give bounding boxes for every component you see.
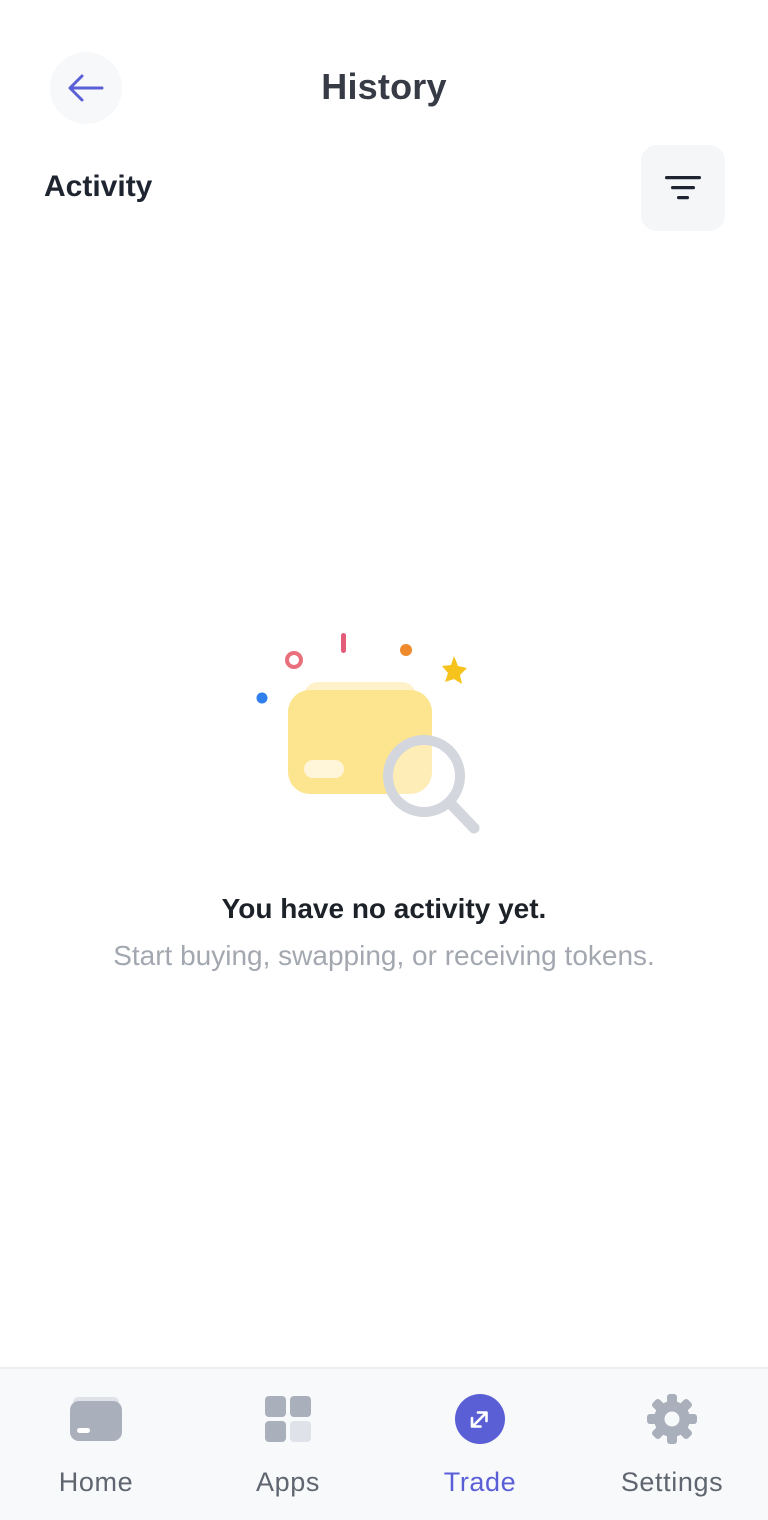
confetti-ring [285,651,303,669]
history-screen: History Activity You have no activity ye… [0,0,768,1520]
filter-button[interactable] [641,145,725,231]
confetti-dot-orange [400,644,412,656]
nav-label-settings: Settings [620,1467,724,1497]
wallet-icon [66,1391,126,1447]
nav-item-trade[interactable]: Trade [384,1369,576,1520]
nav-item-settings[interactable]: Settings [576,1369,768,1520]
nav-label-trade: Trade [443,1467,517,1497]
empty-state-subtitle: Start buying, swapping, or receiving tok… [113,940,655,971]
magnifier-handle [444,797,480,834]
bottom-navigation: Home Apps Trade Settings [0,1367,768,1520]
filter-icon [665,176,701,200]
nav-item-home[interactable]: Home [0,1369,192,1520]
confetti-star [442,656,467,684]
nav-label-apps: Apps [256,1467,320,1497]
apps-grid-icon [258,1391,318,1447]
wallet-search-illustration [256,633,480,834]
trade-arrows-icon [450,1391,510,1447]
page-title: History [321,66,447,107]
confetti-dot-blue [256,692,268,704]
wallet-slot [304,760,344,778]
section-title-activity: Activity [44,170,153,203]
confetti-bar [341,633,346,653]
nav-item-apps[interactable]: Apps [192,1369,384,1520]
empty-state-title: You have no activity yet. [221,893,547,924]
nav-label-home: Home [58,1467,134,1497]
gear-icon [642,1391,702,1447]
